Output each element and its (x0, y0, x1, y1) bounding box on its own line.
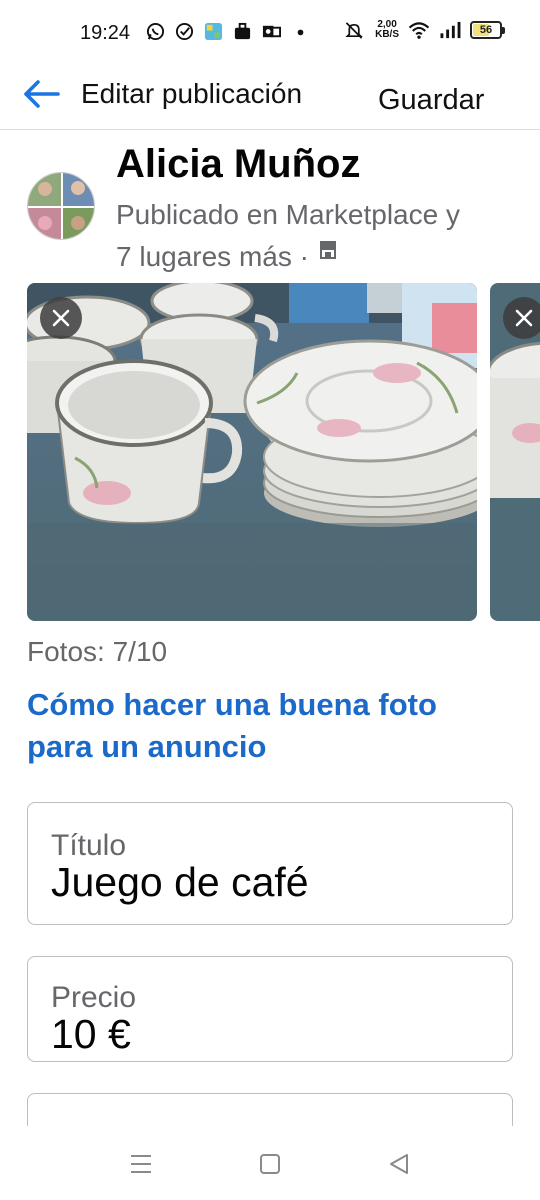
system-icons: 2,00 KB/S 56 (344, 20, 505, 40)
net-speed-unit: KB/S (375, 29, 399, 40)
price-field-label: Precio (51, 981, 137, 1014)
audience-line-2: 7 lugares más · (116, 241, 309, 272)
system-nav-bar (0, 1126, 540, 1200)
app-header: Editar publicación Guardar (0, 64, 540, 130)
briefcase-icon (234, 22, 251, 40)
home-icon (260, 1154, 280, 1174)
battery-icon: 56 (470, 21, 505, 39)
status-bar: 19:24 2,00 KB/S 56 (0, 0, 540, 64)
photo-carousel[interactable] (0, 283, 540, 621)
audience-line-1: Publicado en Marketplace y (116, 199, 460, 230)
dot-icon (297, 29, 304, 36)
battery-level: 56 (479, 24, 493, 36)
menu-icon (131, 1155, 151, 1173)
check-circle-icon (175, 22, 194, 41)
signal-icon (440, 21, 461, 38)
close-icon (515, 309, 533, 327)
wifi-icon (408, 21, 430, 39)
whatsapp-icon (146, 22, 165, 41)
back-icon (390, 1154, 408, 1174)
avatar[interactable] (27, 172, 95, 240)
outlook-icon (262, 25, 281, 38)
status-time: 19:24 (80, 22, 131, 44)
page-title: Editar publicación (81, 78, 303, 109)
mute-icon (345, 21, 363, 39)
remove-photo-button[interactable] (40, 297, 82, 339)
save-button[interactable]: Guardar (378, 84, 484, 124)
close-icon (52, 309, 70, 327)
seller-profile: Alicia Muñoz Publicado en Marketplace y … (0, 130, 540, 280)
listing-photo-next[interactable] (490, 283, 540, 621)
notification-icons (146, 22, 310, 41)
photo-count: Fotos: 7/10 (27, 636, 168, 667)
photo-tips-link[interactable]: Cómo hacer una buena foto para un anunci… (27, 684, 507, 768)
back-nav-button[interactable] (379, 1146, 419, 1182)
back-button[interactable] (20, 76, 62, 112)
audience-selector[interactable]: Publicado en Marketplace y 7 lugares más… (116, 194, 536, 278)
listing-photo[interactable] (27, 283, 477, 621)
home-button[interactable] (250, 1146, 290, 1182)
price-field[interactable]: Precio 10 € (27, 956, 513, 1062)
menu-button[interactable] (121, 1146, 161, 1182)
title-field-label: Título (51, 829, 127, 862)
marketplace-store-icon (319, 240, 336, 259)
title-field[interactable]: Título Juego de café (27, 802, 513, 925)
hola-app-icon (204, 22, 223, 41)
net-speed: 2,00 KB/S (375, 20, 399, 40)
seller-name: Alicia Muñoz (116, 142, 361, 186)
arrow-left-icon (24, 80, 60, 108)
price-field-value[interactable]: 10 € (51, 1011, 131, 1058)
title-field-value[interactable]: Juego de café (51, 859, 309, 906)
remove-photo-button-next[interactable] (503, 297, 540, 339)
